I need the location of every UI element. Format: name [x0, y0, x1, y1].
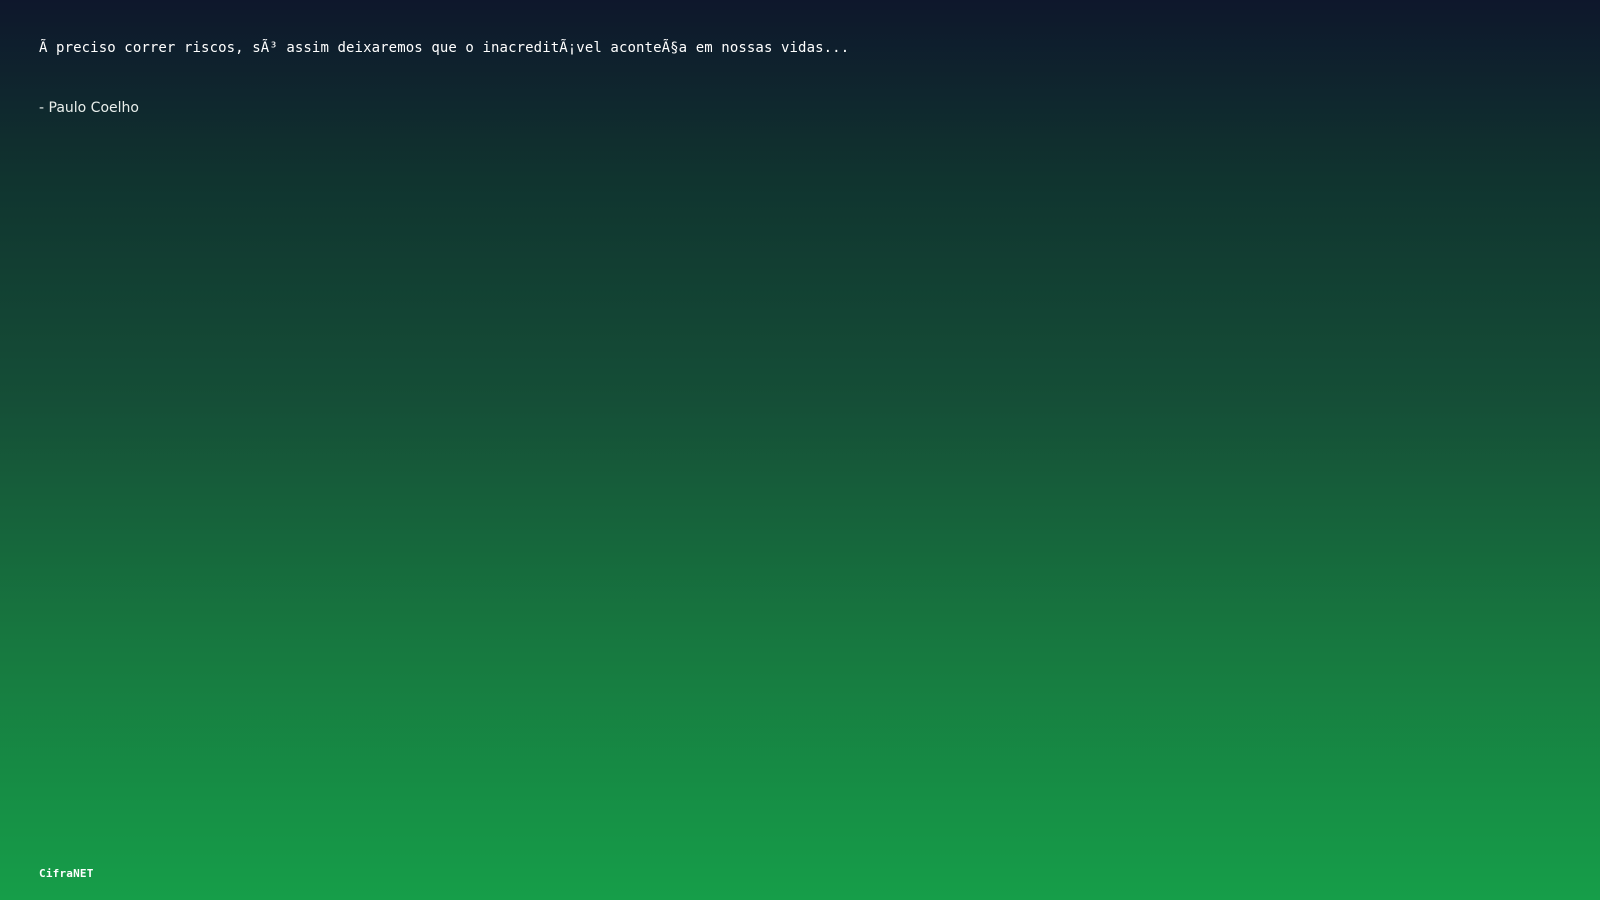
quote-page: Ã preciso correr riscos, sÃ³ assim deixa…: [0, 0, 1600, 900]
quote-author: - Paulo Coelho: [39, 100, 139, 116]
footer-brand: CifraNET: [39, 867, 94, 880]
quote-text: Ã preciso correr riscos, sÃ³ assim deixa…: [39, 40, 850, 56]
